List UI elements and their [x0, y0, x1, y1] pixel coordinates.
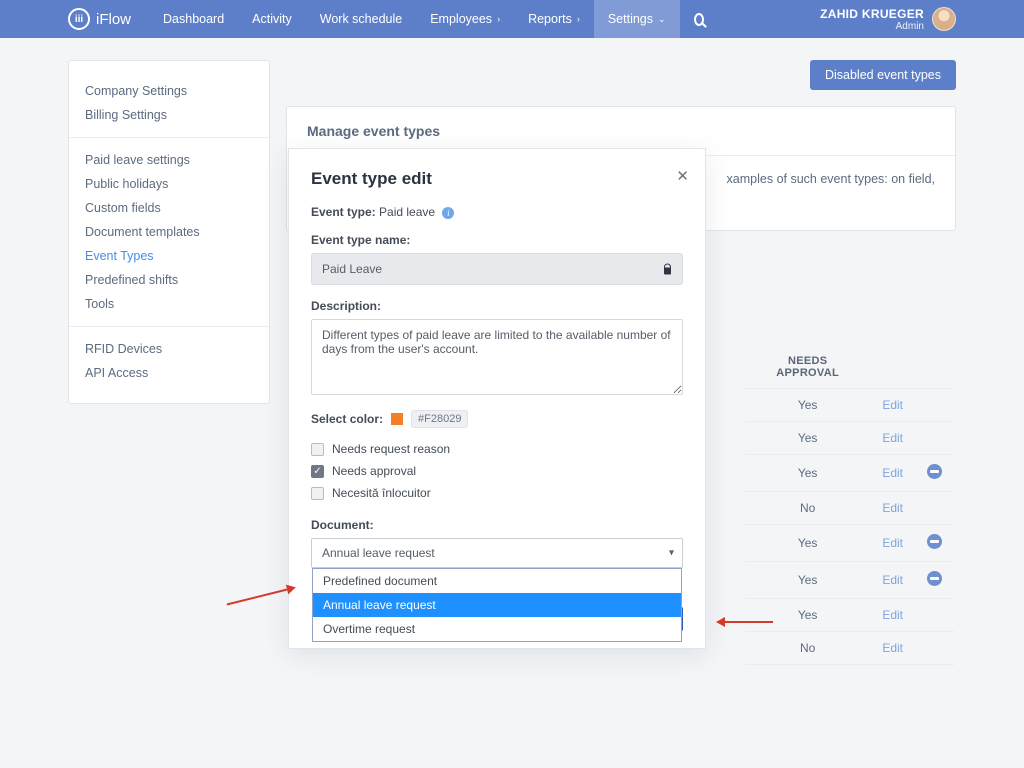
avatar: [932, 7, 956, 31]
event-type-edit-modal: ✕ Event type edit Event type: Paid leave…: [288, 148, 706, 649]
user-name: ZAHID KRUEGER: [820, 7, 924, 21]
color-row: Select color: #F28029: [311, 410, 683, 428]
lock-icon: [663, 264, 672, 275]
checkbox-label: Needs request reason: [332, 442, 450, 456]
brand[interactable]: iii iFlow: [68, 8, 131, 30]
checkbox-icon: ✓: [311, 465, 324, 478]
nav-dashboard[interactable]: Dashboard: [149, 0, 238, 38]
nav-search[interactable]: [680, 0, 718, 38]
sidebar-item-event-types[interactable]: Event Types: [85, 244, 253, 268]
remove-icon[interactable]: [927, 571, 942, 586]
nav-reports[interactable]: Reports ›: [514, 0, 594, 38]
sidebar-item-document-templates[interactable]: Document templates: [85, 220, 253, 244]
edit-link[interactable]: Edit: [882, 573, 903, 587]
table-row: YesEdit: [745, 562, 954, 599]
checkbox-icon: [311, 487, 324, 500]
name-value: Paid Leave: [322, 262, 382, 276]
sidebar-item-tools[interactable]: Tools: [85, 292, 253, 316]
document-selected-value: Annual leave request: [322, 546, 435, 560]
table-row: NoEdit: [745, 632, 954, 665]
sidebar-item-predefined-shifts[interactable]: Predefined shifts: [85, 268, 253, 292]
description-input[interactable]: [311, 319, 683, 395]
edit-link[interactable]: Edit: [882, 641, 903, 655]
remove-icon[interactable]: [927, 464, 942, 479]
document-label: Document:: [311, 518, 683, 532]
settings-sidebar: Company Settings Billing Settings Paid l…: [68, 60, 270, 404]
nav-schedule[interactable]: Work schedule: [306, 0, 416, 38]
user-role: Admin: [820, 21, 924, 32]
event-type-line: Event type: Paid leave i: [311, 205, 683, 219]
document-select[interactable]: Annual leave request Predefined document…: [311, 538, 683, 568]
color-label: Select color:: [311, 412, 383, 426]
chevron-right-icon: ›: [497, 14, 500, 24]
checkbox-needs-approval[interactable]: ✓ Needs approval: [311, 460, 683, 482]
brand-name: iFlow: [96, 11, 131, 28]
color-swatch[interactable]: [391, 413, 403, 425]
event-type-value: Paid leave: [379, 205, 435, 219]
behind-table-strip: NEEDS APPROVAL YesEdit YesEdit YesEdit N…: [745, 346, 954, 665]
description-label: Description:: [311, 299, 683, 313]
disabled-event-types-button[interactable]: Disabled event types: [810, 60, 956, 90]
nav-settings-label: Settings: [608, 12, 653, 26]
sidebar-item-company-settings[interactable]: Company Settings: [85, 79, 253, 103]
sidebar-divider: [69, 326, 269, 327]
user-area[interactable]: ZAHID KRUEGER Admin: [820, 0, 1024, 38]
table-row: YesEdit: [745, 389, 954, 422]
col-needs-approval: NEEDS APPROVAL: [745, 346, 870, 389]
info-icon[interactable]: i: [442, 207, 454, 219]
sidebar-item-custom-fields[interactable]: Custom fields: [85, 196, 253, 220]
event-types-table-partial: NEEDS APPROVAL YesEdit YesEdit YesEdit N…: [745, 346, 954, 665]
sidebar-item-public-holidays[interactable]: Public holidays: [85, 172, 253, 196]
table-row: YesEdit: [745, 525, 954, 562]
checkbox-needs-substitute[interactable]: Necesită înlocuitor: [311, 482, 683, 504]
chevron-right-icon: ›: [577, 14, 580, 24]
top-nav: iii iFlow Dashboard Activity Work schedu…: [0, 0, 1024, 38]
edit-link[interactable]: Edit: [882, 608, 903, 622]
sidebar-divider: [69, 137, 269, 138]
close-icon[interactable]: ✕: [676, 169, 689, 184]
nav-employees-label: Employees: [430, 12, 492, 26]
sidebar-item-billing-settings[interactable]: Billing Settings: [85, 103, 253, 127]
nav-activity[interactable]: Activity: [238, 0, 306, 38]
checkbox-icon: [311, 443, 324, 456]
document-option-annual-leave[interactable]: Annual leave request: [313, 593, 681, 617]
table-row: YesEdit: [745, 455, 954, 492]
document-option-overtime[interactable]: Overtime request: [313, 617, 681, 641]
search-icon: [694, 13, 704, 26]
annotation-arrow-left: [227, 589, 288, 606]
color-hex[interactable]: #F28029: [411, 410, 468, 428]
modal-title: Event type edit: [311, 169, 683, 189]
checkbox-needs-reason[interactable]: Needs request reason: [311, 438, 683, 460]
annotation-arrow-right: [725, 621, 773, 623]
edit-link[interactable]: Edit: [882, 431, 903, 445]
checkbox-label: Needs approval: [332, 464, 416, 478]
nav-settings[interactable]: Settings ⌄: [594, 0, 680, 38]
sidebar-item-paid-leave-settings[interactable]: Paid leave settings: [85, 148, 253, 172]
edit-link[interactable]: Edit: [882, 536, 903, 550]
name-label: Event type name:: [311, 233, 683, 247]
user-text: ZAHID KRUEGER Admin: [820, 7, 924, 32]
chevron-down-icon: ⌄: [658, 14, 666, 25]
edit-link[interactable]: Edit: [882, 501, 903, 515]
sidebar-item-rfid-devices[interactable]: RFID Devices: [85, 337, 253, 361]
nav-links: Dashboard Activity Work schedule Employe…: [149, 0, 718, 38]
table-row: YesEdit: [745, 422, 954, 455]
table-row: NoEdit: [745, 492, 954, 525]
brand-icon: iii: [68, 8, 90, 30]
checkbox-label: Necesită înlocuitor: [332, 486, 431, 500]
document-dropdown: Predefined document Annual leave request…: [312, 568, 682, 642]
sidebar-item-api-access[interactable]: API Access: [85, 361, 253, 385]
table-row: YesEdit: [745, 599, 954, 632]
event-type-label: Event type:: [311, 205, 376, 219]
nav-employees[interactable]: Employees ›: [416, 0, 514, 38]
edit-link[interactable]: Edit: [882, 466, 903, 480]
document-option-predefined[interactable]: Predefined document: [313, 569, 681, 593]
name-input: Paid Leave: [311, 253, 683, 285]
nav-reports-label: Reports: [528, 12, 572, 26]
remove-icon[interactable]: [927, 534, 942, 549]
edit-link[interactable]: Edit: [882, 398, 903, 412]
